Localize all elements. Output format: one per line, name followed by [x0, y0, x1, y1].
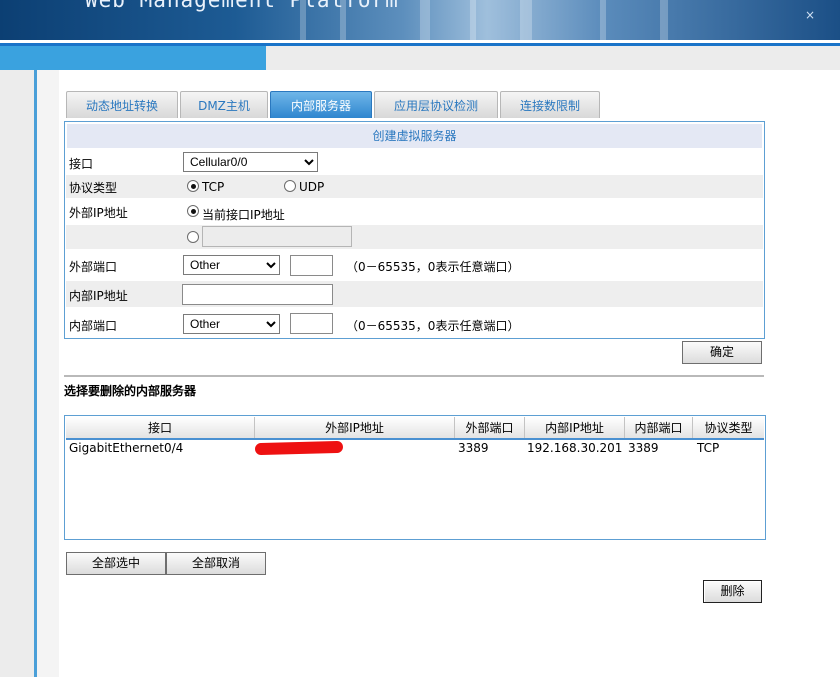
external-ip-current-label: 当前接口IP地址	[202, 208, 285, 222]
content-gutter	[37, 70, 59, 677]
delete-section-title: 选择要删除的内部服务器	[64, 384, 197, 398]
external-port-select[interactable]: Other	[183, 255, 280, 275]
external-ip-label: 外部IP地址	[69, 206, 128, 220]
protocol-tcp-label: TCP	[202, 180, 225, 194]
external-port-hint: （0－65535，0表示任意端口）	[346, 260, 520, 274]
subbar-left	[0, 46, 266, 70]
interface-label: 接口	[69, 157, 94, 171]
cell-protocol: TCP	[697, 441, 720, 455]
subbar-right	[266, 46, 840, 70]
protocol-row: 协议类型 TCP UDP	[66, 175, 763, 198]
tab-connection-limit[interactable]: 连接数限制	[500, 91, 600, 118]
internal-port-row: 内部端口 Other （0－65535，0表示任意端口）	[66, 308, 763, 338]
column-header-external-port[interactable]: 外部端口	[455, 417, 525, 438]
interface-select[interactable]: Cellular0/0	[183, 152, 318, 172]
panel-heading: 创建虚拟服务器	[67, 124, 762, 148]
internal-port-label: 内部端口	[69, 319, 118, 333]
sidebar	[0, 70, 34, 677]
column-header-external-ip[interactable]: 外部IP地址	[255, 417, 455, 438]
external-ip-custom-row	[66, 225, 763, 249]
protocol-tcp-radio[interactable]	[187, 180, 199, 192]
cell-internal-port: 3389	[628, 441, 659, 455]
interface-row: 接口 Cellular0/0	[66, 149, 763, 174]
column-header-protocol[interactable]: 协议类型	[693, 417, 764, 438]
create-virtual-server-panel: 创建虚拟服务器 接口 Cellular0/0 协议类型 TCP UDP 外部IP…	[64, 121, 765, 339]
external-ip-input[interactable]	[202, 226, 352, 247]
external-port-input[interactable]	[290, 255, 333, 276]
tab-alg-detection[interactable]: 应用层协议检测	[374, 91, 498, 118]
internal-ip-row: 内部IP地址	[66, 281, 763, 307]
internal-port-hint: （0－65535，0表示任意端口）	[346, 319, 520, 333]
protocol-udp-radio[interactable]	[284, 180, 296, 192]
column-header-internal-ip[interactable]: 内部IP地址	[525, 417, 625, 438]
section-divider	[64, 375, 764, 377]
protocol-udp-label: UDP	[299, 180, 325, 194]
app-header: Web Management Platform ×	[0, 0, 840, 40]
external-ip-current-radio[interactable]	[187, 205, 199, 217]
confirm-button[interactable]: 确定	[682, 341, 762, 364]
column-header-interface[interactable]: 接口	[66, 417, 255, 438]
close-icon[interactable]: ×	[805, 8, 815, 22]
column-header-internal-port[interactable]: 内部端口	[625, 417, 693, 438]
redaction-mark	[254, 440, 344, 456]
select-all-button[interactable]: 全部选中	[66, 552, 166, 575]
tab-dmz-host[interactable]: DMZ主机	[180, 91, 268, 118]
tab-internal-server[interactable]: 内部服务器	[270, 91, 372, 118]
deselect-all-button[interactable]: 全部取消	[166, 552, 266, 575]
internal-ip-label: 内部IP地址	[69, 289, 128, 303]
app-title: Web Management Platform	[85, 0, 399, 12]
internal-ip-input[interactable]	[182, 284, 333, 305]
cell-interface: GigabitEthernet0/4	[69, 441, 184, 455]
cell-internal-ip: 192.168.30.201	[527, 441, 623, 455]
internal-port-input[interactable]	[290, 313, 333, 334]
cell-external-port: 3389	[458, 441, 489, 455]
delete-button[interactable]: 删除	[703, 580, 762, 603]
internal-server-table: 接口 外部IP地址 外部端口 内部IP地址 内部端口 协议类型 GigabitE…	[64, 415, 766, 540]
internal-port-select[interactable]: Other	[183, 314, 280, 334]
tab-dynamic-nat[interactable]: 动态地址转换	[66, 91, 178, 118]
table-header-underline	[66, 438, 764, 440]
external-ip-row: 外部IP地址 当前接口IP地址	[66, 199, 763, 224]
external-ip-custom-radio[interactable]	[187, 231, 199, 243]
external-port-label: 外部端口	[69, 260, 118, 274]
protocol-label: 协议类型	[69, 181, 118, 195]
external-port-row: 外部端口 Other （0－65535，0表示任意端口）	[66, 250, 763, 280]
